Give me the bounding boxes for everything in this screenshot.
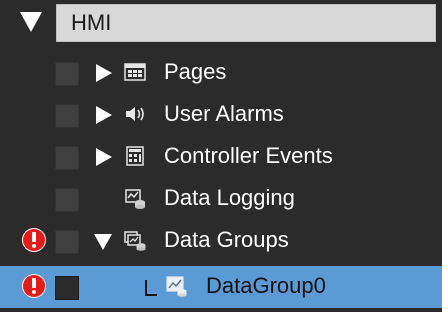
tree-item-label: Data Logging	[164, 185, 295, 210]
data-group-icon	[166, 276, 187, 297]
tree-item-label: Pages	[164, 59, 227, 84]
error-icon	[22, 274, 46, 298]
project-tree: HMI Pages User Alarms Controller Events …	[0, 0, 442, 312]
error-icon	[22, 228, 46, 252]
tree-item-user-alarms[interactable]: User Alarms	[0, 94, 442, 136]
tree-item-datagroup0[interactable]: DataGroup0	[0, 266, 442, 308]
pages-icon	[124, 63, 146, 81]
tree-item-data-logging[interactable]: Data Logging	[0, 178, 442, 220]
speaker-icon	[126, 107, 144, 121]
tree-item-pages[interactable]: Pages	[0, 52, 442, 94]
select-checkbox[interactable]	[55, 104, 79, 128]
expand-arrow-icon[interactable]	[96, 64, 112, 82]
select-checkbox[interactable]	[55, 188, 79, 212]
tree-item-label: DataGroup0	[206, 273, 326, 298]
tree-connector	[145, 280, 157, 296]
tree-item-label: User Alarms	[164, 101, 284, 126]
tree-item-label: Controller Events	[164, 143, 333, 168]
collapse-arrow-icon[interactable]	[94, 234, 112, 250]
select-checkbox[interactable]	[55, 146, 79, 170]
data-logging-icon	[125, 189, 145, 209]
collapse-chevron-icon[interactable]	[20, 12, 42, 32]
tree-item-controller-events[interactable]: Controller Events	[0, 136, 442, 178]
select-checkbox[interactable]	[55, 62, 79, 86]
tree-root-hmi[interactable]: HMI	[0, 0, 442, 46]
tree-item-data-groups[interactable]: Data Groups	[0, 220, 442, 262]
select-checkbox[interactable]	[55, 276, 79, 300]
expand-arrow-icon[interactable]	[96, 106, 112, 124]
expand-arrow-icon[interactable]	[96, 148, 112, 166]
data-groups-icon	[124, 231, 146, 251]
root-node-label: HMI	[71, 10, 112, 35]
controller-events-icon	[126, 146, 144, 166]
root-node-box[interactable]: HMI	[56, 4, 436, 42]
select-checkbox[interactable]	[55, 230, 79, 254]
tree-item-label: Data Groups	[164, 227, 289, 252]
